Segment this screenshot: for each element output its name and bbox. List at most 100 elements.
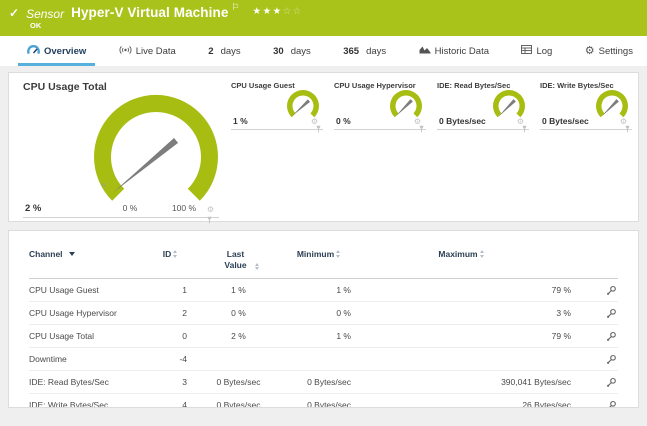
- tab-30-days[interactable]: 30 days: [273, 36, 311, 66]
- channel-name[interactable]: Downtime: [29, 354, 149, 364]
- channel-name[interactable]: CPU Usage Guest: [29, 285, 149, 295]
- channel-maximum: 79 %: [551, 285, 571, 296]
- channel-maximum: 3 %: [556, 308, 571, 319]
- sort-icon: [254, 262, 259, 271]
- star-filled-icon[interactable]: ★: [273, 6, 283, 17]
- gauge-value: 0 Bytes/sec: [542, 116, 589, 126]
- sensor-title: Hyper-V Virtual Machine: [71, 5, 229, 20]
- tab-label: Settings: [598, 45, 633, 57]
- gauge-scale-max: 100 %: [171, 203, 197, 213]
- gear-icon[interactable]: ⚙: [207, 206, 214, 214]
- channel-id: 2: [182, 308, 187, 319]
- log-table-icon: [521, 45, 533, 57]
- channel-settings-button[interactable]: [606, 377, 618, 388]
- gauge-scale-min: 0 %: [122, 203, 138, 213]
- tab-label: Historic Data: [434, 45, 489, 57]
- tab-365-days[interactable]: 365 days: [343, 36, 386, 66]
- flag-icon[interactable]: ⚐: [231, 2, 239, 13]
- sensor-status-bar: ✓ Sensor Hyper-V Virtual Machine ⚐ ★★★☆☆…: [0, 0, 647, 36]
- tab-2-days[interactable]: 2 days: [208, 36, 240, 66]
- channel-maximum: 390,041 Bytes/sec: [501, 377, 571, 388]
- channel-name[interactable]: IDE: Read Bytes/Sec: [29, 377, 149, 387]
- tab-label: Log: [536, 45, 553, 57]
- priority-stars[interactable]: ★★★☆☆: [253, 6, 303, 17]
- channel-id: 4: [182, 400, 187, 408]
- table-row: Downtime -4: [29, 348, 618, 372]
- small-gauge-cell: IDE: Write Bytes/Sec 0 Bytes/sec ⚙: [540, 81, 632, 133]
- small-gauge-cell: CPU Usage Guest 1 % ⚙: [231, 81, 323, 133]
- main-gauge-cell: CPU Usage Total % 0 % 100 % 2 % ⚙: [23, 81, 219, 224]
- channel-id: 1: [182, 285, 187, 296]
- sort-icon: [479, 250, 484, 258]
- tab-number: 2: [208, 45, 214, 57]
- channel-last-value: 0 %: [231, 308, 246, 319]
- table-header-row: Channel ID Last Value Minimum Maximum: [29, 249, 618, 280]
- column-header-id[interactable]: ID: [149, 249, 191, 259]
- small-gauge-cell: CPU Usage Hypervisor 0 % ⚙: [334, 81, 426, 133]
- live-data-icon: [119, 45, 132, 58]
- star-filled-icon[interactable]: ★: [263, 6, 273, 17]
- channel-minimum: 0 Bytes/sec: [307, 377, 351, 388]
- gauge-unit-label: %: [101, 183, 106, 189]
- gauge-value: 0 %: [336, 116, 351, 126]
- channel-last-value: 1 %: [231, 285, 246, 296]
- channel-settings-button[interactable]: [606, 354, 618, 365]
- table-row: IDE: Read Bytes/Sec 3 0 Bytes/sec 0 Bytes/s…: [29, 371, 618, 395]
- column-header-maximum[interactable]: Maximum: [351, 249, 571, 259]
- tab-label: days: [366, 45, 387, 57]
- channel-name[interactable]: CPU Usage Hypervisor: [29, 308, 149, 318]
- area-chart-icon: [419, 45, 431, 57]
- channel-settings-button[interactable]: [606, 400, 618, 407]
- table-row: IDE: Write Bytes/Sec 4 0 Bytes/sec 0 Bytes/…: [29, 394, 618, 408]
- channel-settings-button[interactable]: [606, 331, 618, 342]
- table-body: CPU Usage Guest 1 1 % 1 % 79 % CPU Usage Hype…: [29, 279, 618, 408]
- channel-last-value: 0 Bytes/sec: [216, 400, 261, 408]
- gear-icon: ⚙: [584, 45, 595, 57]
- sensor-tab-bar: Overview Live Data 2 days 30 days 365 days …: [0, 36, 647, 66]
- channel-minimum: 0 %: [336, 308, 351, 319]
- column-header-minimum[interactable]: Minimum: [286, 249, 351, 259]
- channel-settings-button[interactable]: [606, 285, 618, 296]
- sort-desc-icon: [68, 252, 75, 256]
- channel-name[interactable]: IDE: Write Bytes/Sec: [29, 400, 149, 407]
- tab-overview[interactable]: Overview: [17, 36, 96, 66]
- status-ok-check-icon: ✓: [9, 6, 20, 20]
- table-row: CPU Usage Guest 1 1 % 1 % 79 %: [29, 279, 618, 303]
- cpu-usage-total-gauge: %: [93, 94, 218, 201]
- star-empty-icon[interactable]: ☆: [283, 6, 293, 17]
- channel-name[interactable]: CPU Usage Total: [29, 331, 149, 341]
- channel-maximum: 79 %: [551, 331, 571, 342]
- tab-settings[interactable]: ⚙ Settings: [585, 36, 633, 66]
- gauge-icon: [27, 44, 40, 58]
- object-kind-label: Sensor: [26, 7, 65, 21]
- channel-minimum: 0 Bytes/sec: [307, 400, 351, 408]
- channel-settings-button[interactable]: [606, 308, 618, 319]
- star-empty-icon[interactable]: ☆: [293, 6, 303, 17]
- column-header-last-value[interactable]: Last Value: [191, 249, 286, 271]
- tab-log[interactable]: Log: [521, 36, 552, 66]
- tab-historic-data[interactable]: Historic Data: [419, 36, 489, 66]
- tab-number: 365: [343, 45, 360, 57]
- channel-minimum: 1 %: [336, 331, 351, 342]
- tab-live-data[interactable]: Live Data: [119, 36, 176, 66]
- channel-id: 0: [182, 331, 187, 342]
- channels-table-panel: Channel ID Last Value Minimum Maximum CP…: [8, 230, 639, 408]
- tab-label: days: [290, 45, 311, 57]
- table-row: CPU Usage Total 0 2 % 1 % 79 %: [29, 325, 618, 349]
- channel-minimum: 1 %: [336, 285, 351, 296]
- tab-label: days: [220, 45, 241, 57]
- channel-id: -4: [179, 354, 187, 365]
- table-row: CPU Usage Hypervisor 2 0 % 0 % 3 %: [29, 302, 618, 326]
- channel-last-value: 2 %: [231, 331, 246, 342]
- column-header-channel[interactable]: Channel: [29, 249, 149, 259]
- channel-maximum: 26 Bytes/sec: [522, 400, 571, 408]
- tab-number: 30: [273, 45, 284, 57]
- channel-last-value: 0 Bytes/sec: [216, 377, 261, 388]
- tab-label: Live Data: [135, 45, 176, 57]
- channel-id: 3: [182, 377, 187, 388]
- gauges-panel: CPU Usage Total % 0 % 100 % 2 % ⚙ CPU Us…: [8, 72, 639, 224]
- sort-icon: [173, 250, 178, 258]
- star-filled-icon[interactable]: ★: [253, 6, 263, 17]
- small-gauge-cell: IDE: Read Bytes/Sec 0 Bytes/sec ⚙: [437, 81, 529, 133]
- overview-content: CPU Usage Total % 0 % 100 % 2 % ⚙ CPU Us…: [0, 66, 647, 408]
